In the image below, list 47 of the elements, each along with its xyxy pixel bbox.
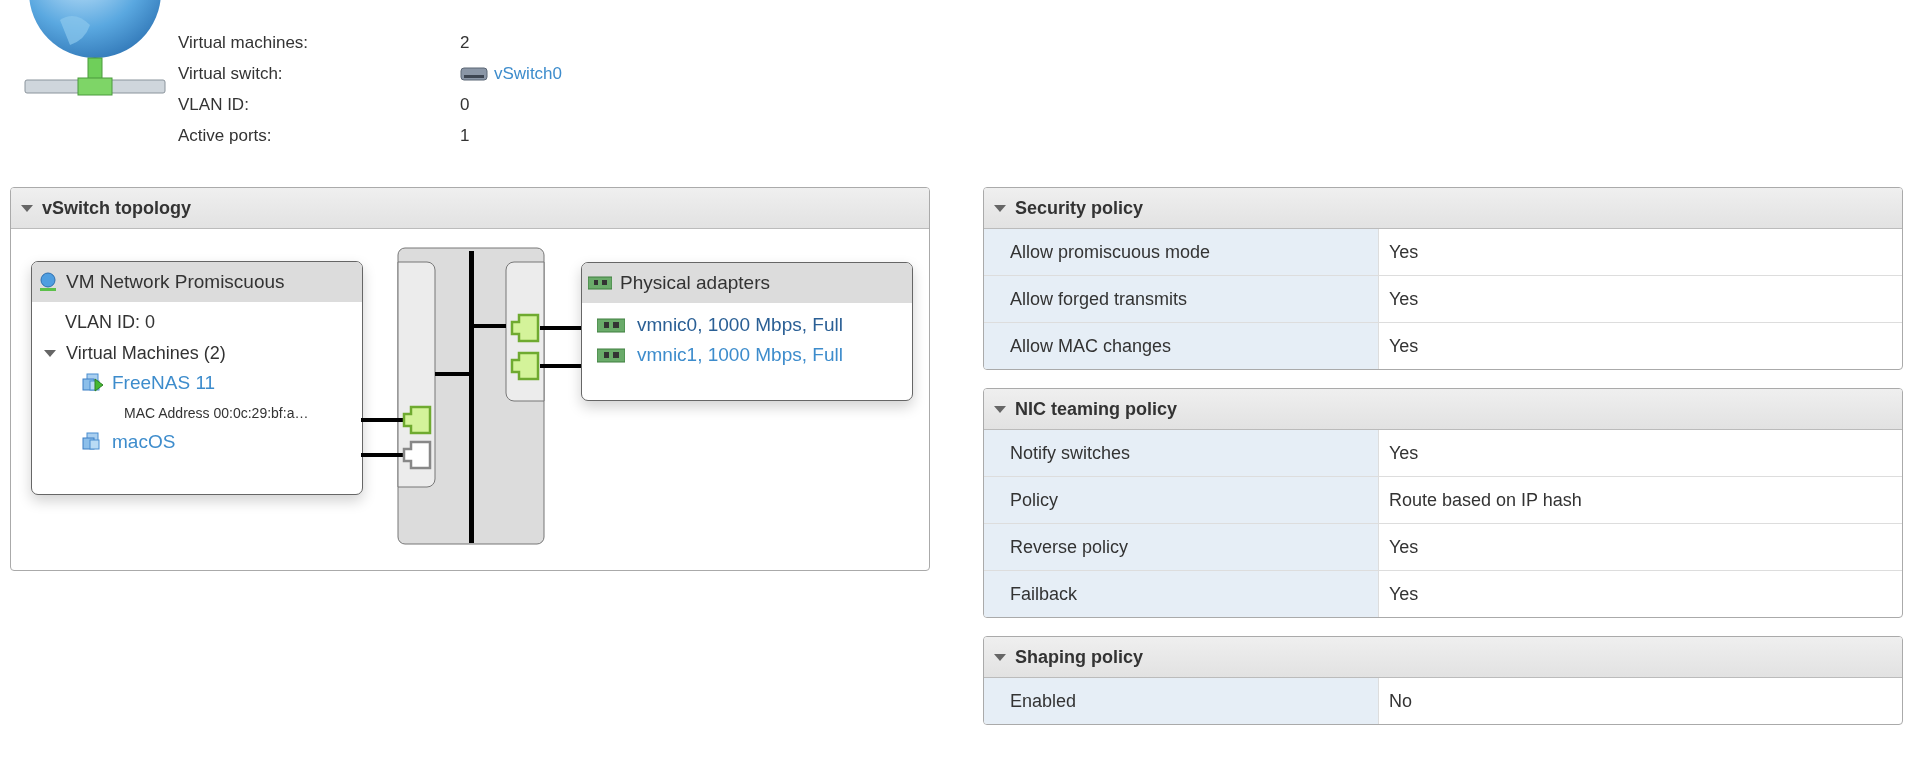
property-label: VLAN ID: <box>178 94 250 115</box>
policy-value: Yes <box>1388 535 1419 559</box>
property-value: 2 <box>460 32 471 53</box>
policy-label: Allow MAC changes <box>984 323 1379 369</box>
vm-link[interactable]: FreeNAS 11 <box>112 372 216 394</box>
expand-triangle-icon[interactable] <box>44 350 56 357</box>
policy-label: Allow promiscuous mode <box>984 229 1379 275</box>
collapse-triangle-icon[interactable] <box>994 653 1006 661</box>
port-group-name: VM Network Promiscuous <box>66 271 285 293</box>
panel-title: Shaping policy <box>1015 646 1143 668</box>
policy-label: Failback <box>984 571 1379 617</box>
policy-label: Policy <box>984 477 1379 523</box>
collapse-triangle-icon[interactable] <box>994 204 1006 212</box>
panel-title: Security policy <box>1015 197 1144 219</box>
policy-value: Route based on IP hash <box>1388 488 1582 512</box>
policy-label: Enabled <box>984 678 1379 724</box>
policy-value: Yes <box>1388 240 1419 264</box>
network-card-icon <box>597 317 625 333</box>
adapter-link[interactable]: vmnic0, 1000 Mbps, Full <box>637 314 843 336</box>
collapse-triangle-icon[interactable] <box>21 204 33 212</box>
physical-adapters-title: Physical adapters <box>620 272 770 294</box>
policy-label: Notify switches <box>984 430 1379 476</box>
policy-label: Allow forged transmits <box>984 276 1379 322</box>
virtual-machines-heading: Virtual Machines (2) <box>66 343 226 364</box>
property-label: Active ports: <box>178 125 273 146</box>
network-globe-icon <box>38 272 58 292</box>
policy-label: Reverse policy <box>984 524 1379 570</box>
network-card-icon <box>597 347 625 363</box>
policy-value: Yes <box>1388 334 1419 358</box>
vm-link[interactable]: macOS <box>112 431 176 453</box>
collapse-triangle-icon[interactable] <box>994 405 1006 413</box>
panel-title: vSwitch topology <box>42 197 191 219</box>
switch-icon <box>460 65 488 82</box>
panel-title: NIC teaming policy <box>1015 398 1178 420</box>
property-value: 1 <box>460 125 471 146</box>
property-label: Virtual machines: <box>178 32 310 53</box>
policy-value: Yes <box>1388 287 1419 311</box>
policy-value: Yes <box>1388 441 1419 465</box>
vlan-id-text: VLAN ID: 0 <box>64 311 157 333</box>
property-value: 0 <box>460 94 471 115</box>
property-label: Virtual switch: <box>178 63 284 84</box>
network-card-icon <box>588 276 612 290</box>
policy-value: Yes <box>1388 582 1419 606</box>
policy-value: No <box>1388 689 1412 713</box>
adapter-link[interactable]: vmnic1, 1000 Mbps, Full <box>637 344 843 366</box>
vswitch-link[interactable]: vSwitch0 <box>494 63 563 84</box>
mac-address-text: MAC Address 00:0c:29:bf:a… <box>123 404 310 423</box>
